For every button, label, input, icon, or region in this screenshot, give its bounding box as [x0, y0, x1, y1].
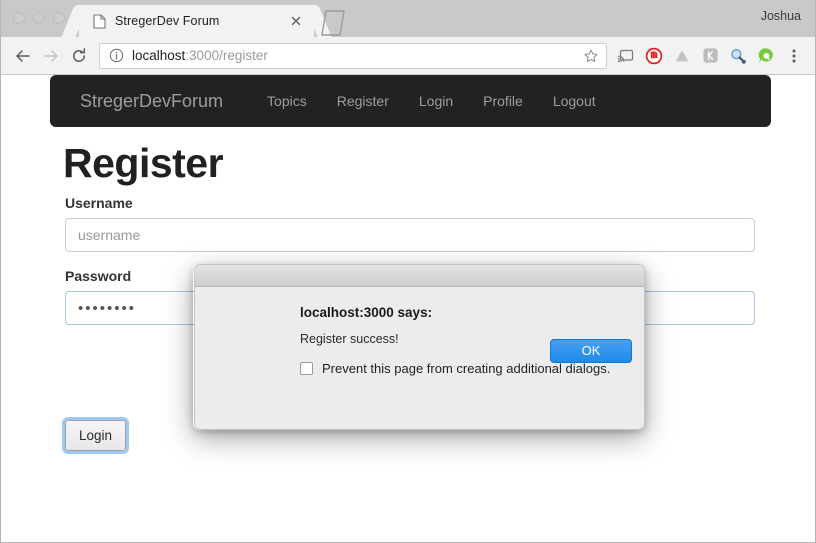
javascript-alert-dialog: localhost:3000 says: Register success! P…: [194, 264, 645, 430]
page-icon: [93, 13, 106, 29]
url-text: localhost:3000/register: [132, 48, 580, 63]
browser-tab[interactable]: StregerDev Forum: [79, 5, 314, 37]
reload-icon[interactable]: [65, 42, 93, 70]
prevent-dialogs-row[interactable]: Prevent this page from creating addition…: [300, 361, 622, 376]
password-label: Password: [65, 268, 132, 284]
browser-toolbar: localhost:3000/register: [1, 37, 815, 75]
maximize-window-button[interactable]: [53, 12, 65, 24]
dialog-heading: localhost:3000 says:: [300, 305, 433, 320]
back-arrow-icon[interactable]: [9, 42, 37, 70]
url-path: :3000/register: [185, 48, 268, 63]
close-icon[interactable]: [288, 13, 304, 29]
browser-window: StregerDev Forum Joshua localhost:3000/r…: [0, 0, 816, 543]
login-button[interactable]: Login: [65, 420, 127, 451]
site-navbar: StregerDevForum Topics Register Login Pr…: [50, 75, 771, 127]
block-stop-icon[interactable]: [641, 42, 667, 70]
url-host: localhost: [132, 48, 186, 63]
nav-link-register[interactable]: Register: [322, 93, 404, 109]
nav-link-profile[interactable]: Profile: [468, 93, 538, 109]
quora-icon[interactable]: [753, 42, 779, 70]
nav-link-topics[interactable]: Topics: [252, 93, 322, 109]
prevent-dialogs-checkbox[interactable]: [300, 362, 313, 375]
star-icon[interactable]: [580, 45, 602, 67]
info-circle-icon[interactable]: [109, 48, 124, 63]
tab-strip: StregerDev Forum Joshua: [1, 0, 815, 37]
tab-title: StregerDev Forum: [115, 14, 220, 28]
three-dot-menu-icon[interactable]: [781, 42, 807, 70]
username-input[interactable]: [65, 218, 755, 252]
google-drive-icon[interactable]: [669, 42, 695, 70]
username-label: Username: [65, 195, 133, 211]
address-bar[interactable]: localhost:3000/register: [99, 42, 607, 69]
extension-icons: [613, 42, 807, 70]
keybase-icon[interactable]: [697, 42, 723, 70]
new-tab-button[interactable]: [316, 9, 346, 36]
navbar-brand[interactable]: StregerDevForum: [65, 91, 238, 112]
navbar-links: Topics Register Login Profile Logout: [252, 93, 611, 109]
profile-name[interactable]: Joshua: [761, 9, 801, 23]
magnifier-icon[interactable]: [725, 42, 751, 70]
prevent-dialogs-label: Prevent this page from creating addition…: [322, 361, 611, 376]
close-window-button[interactable]: [13, 12, 25, 24]
dialog-ok-button[interactable]: OK: [550, 339, 632, 363]
cast-icon[interactable]: [613, 42, 639, 70]
nav-link-logout[interactable]: Logout: [538, 93, 611, 109]
page-viewport: StregerDevForum Topics Register Login Pr…: [1, 75, 815, 541]
page-title: Register: [63, 140, 224, 186]
dialog-titlebar: [195, 265, 644, 287]
dialog-body: localhost:3000 says: Register success! P…: [195, 287, 644, 376]
nav-link-login[interactable]: Login: [404, 93, 468, 109]
minimize-window-button[interactable]: [33, 12, 45, 24]
window-controls: [13, 12, 65, 24]
forward-arrow-icon: [37, 42, 65, 70]
